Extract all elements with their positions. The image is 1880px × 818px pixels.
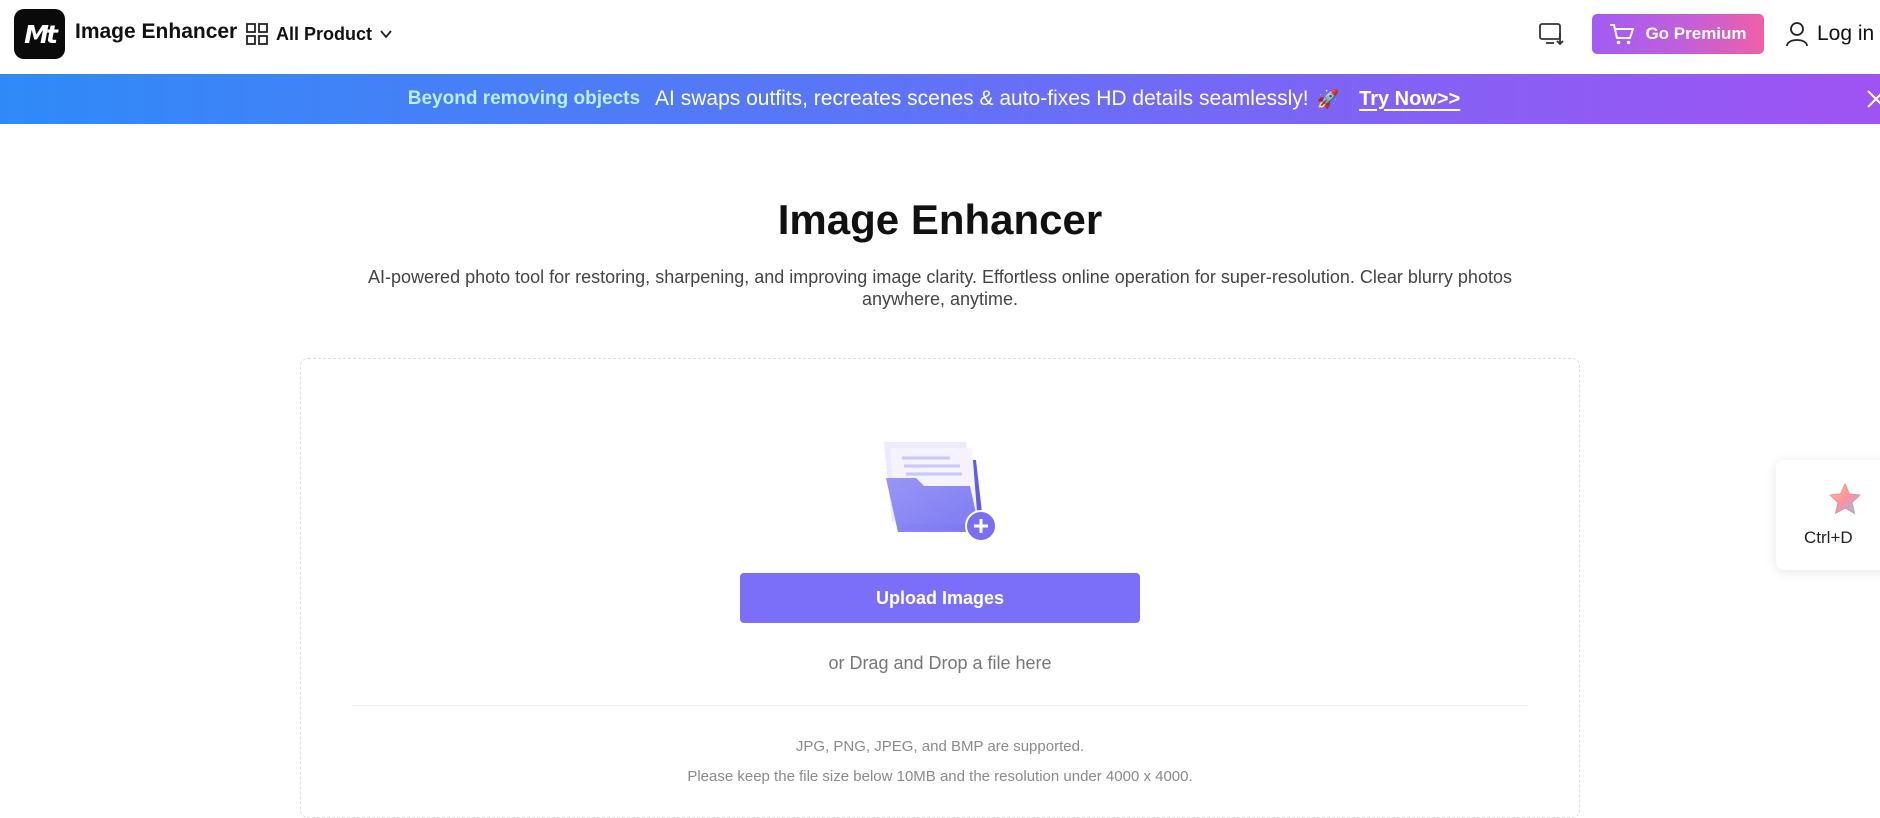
bookmark-widget[interactable]: Ctrl+D — [1776, 460, 1880, 570]
close-icon[interactable] — [1865, 88, 1880, 110]
chevron-down-icon — [380, 30, 392, 39]
promo-banner-content: Beyond removing objects AI swaps outfits… — [408, 87, 1460, 111]
upload-images-button[interactable]: Upload Images — [740, 573, 1140, 623]
page-subtitle: AI-powered photo tool for restoring, sha… — [368, 267, 1512, 309]
app-title[interactable]: Image Enhancer — [75, 20, 237, 44]
logo-text: Mt — [24, 19, 58, 49]
login-link[interactable]: Log in — [1785, 20, 1874, 48]
user-icon — [1786, 22, 1808, 47]
top-header: Mt Image Enhancer All Product Go Premium — [0, 0, 1880, 74]
promo-banner: Beyond removing objects AI swaps outfits… — [0, 74, 1880, 124]
folder-upload-icon[interactable] — [880, 438, 1000, 546]
banner-highlight: Beyond removing objects — [407, 88, 641, 109]
app-logo[interactable]: Mt — [14, 9, 65, 59]
grid-icon — [246, 23, 268, 45]
login-label: Log in — [1817, 22, 1875, 45]
divider — [352, 705, 1528, 706]
size-limit-text: Please keep the file size below 10MB and… — [687, 768, 1193, 785]
bookmark-shortcut-label: Ctrl+D — [1804, 528, 1853, 547]
drag-drop-hint: or Drag and Drop a file here — [828, 653, 1052, 673]
page-title: Image Enhancer — [777, 196, 1103, 243]
all-product-menu[interactable]: All Product — [246, 20, 394, 48]
star-icon — [1829, 483, 1861, 514]
go-premium-label: Go Premium — [1645, 24, 1747, 43]
rocket-icon: 🚀 — [1316, 88, 1340, 109]
supported-formats-text: JPG, PNG, JPEG, and BMP are supported. — [795, 738, 1085, 755]
all-product-label: All Product — [276, 23, 373, 44]
banner-text: AI swaps outfits, recreates scenes & aut… — [655, 87, 1309, 110]
monitor-download-icon[interactable] — [1538, 20, 1565, 47]
try-now-link[interactable]: Try Now>> — [1359, 88, 1460, 111]
cart-icon — [1610, 24, 1635, 45]
go-premium-button[interactable]: Go Premium — [1592, 14, 1764, 54]
